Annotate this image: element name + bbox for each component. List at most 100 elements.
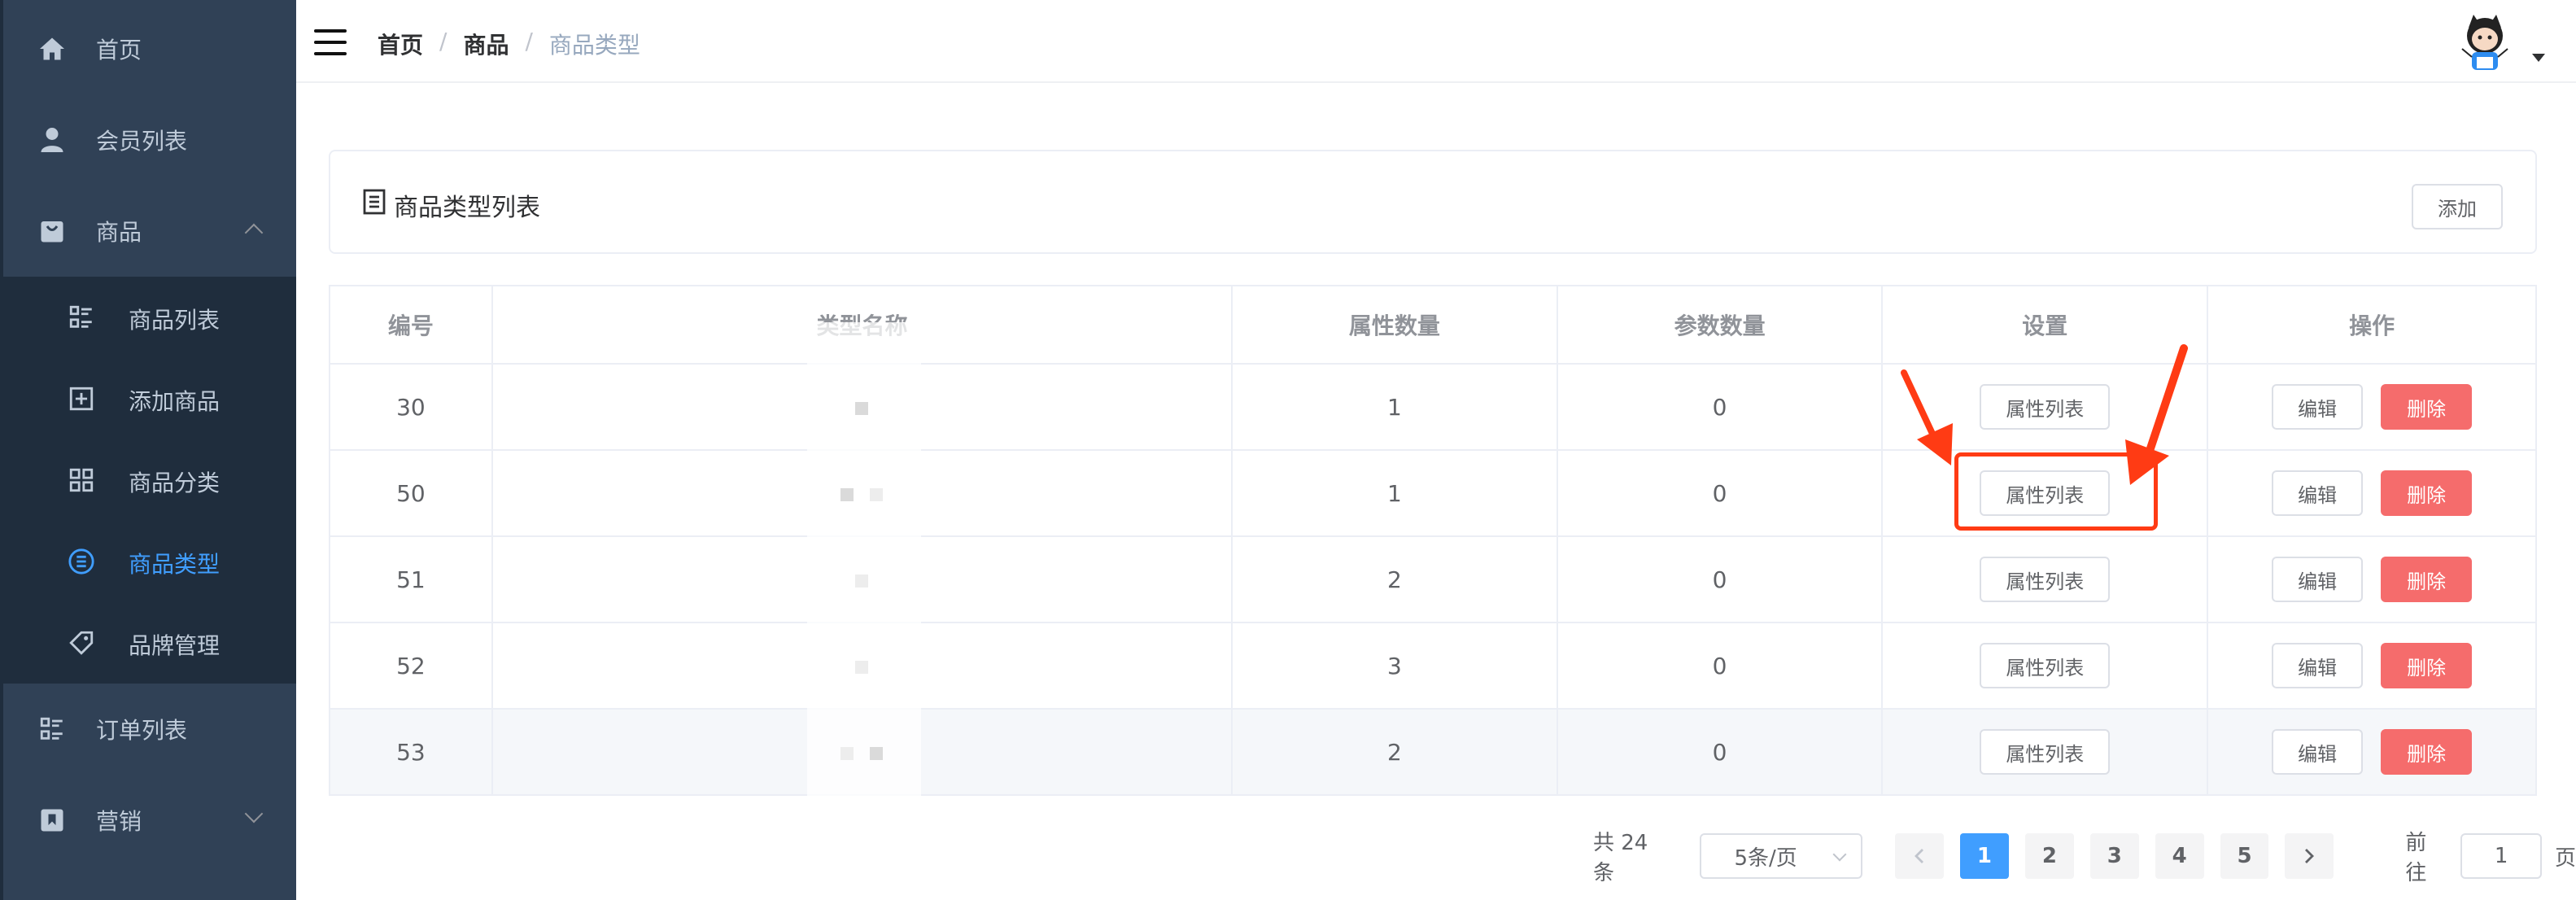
top-navbar: 首页 / 商品 / 商品类型 (296, 0, 2576, 83)
goods-submenu: 商品列表 添加商品 商品分类 商品类型 品牌管理 (0, 277, 296, 684)
submenu-item-goods-category[interactable]: 商品分类 (0, 439, 296, 521)
page-size-select[interactable]: 5条/页 (1700, 833, 1863, 879)
column-header-id: 编号 (329, 285, 493, 365)
cell-param-count: 0 (1556, 535, 1884, 623)
table-header-row: 编号 类型名称 属性数量 参数数量 设置 操作 (329, 285, 2537, 365)
edit-button[interactable]: 编辑 (2272, 470, 2364, 516)
goto-page-input[interactable]: 1 (2460, 833, 2542, 879)
page-button-3[interactable]: 3 (2089, 833, 2139, 879)
delete-button[interactable]: 删除 (2381, 643, 2473, 688)
plus-square-icon (65, 382, 98, 415)
avatar[interactable] (2451, 8, 2519, 76)
sidebar-item-orders[interactable]: 订单列表 (0, 684, 296, 775)
sidebar-item-members[interactable]: 会员列表 (0, 94, 296, 186)
cell-param-count: 0 (1556, 622, 1884, 710)
edit-button[interactable]: 编辑 (2272, 384, 2364, 430)
sidebar-item-label: 商品 (96, 219, 142, 246)
page-button-1[interactable]: 1 (1960, 833, 2009, 879)
prev-page-button[interactable] (1895, 833, 1945, 879)
sidebar-item-goods[interactable]: 商品 (0, 186, 296, 277)
sidebar-item-home[interactable]: 首页 (0, 3, 296, 94)
table-row: 30 1 0 属性列表 编辑 删除 (329, 363, 2537, 451)
user-icon (36, 124, 68, 156)
submenu-item-brand[interactable]: 品牌管理 (0, 602, 296, 684)
goto-suffix: 页 (2555, 845, 2576, 871)
type-list-card: 商品类型列表 添加 (329, 150, 2537, 254)
edit-button[interactable]: 编辑 (2272, 557, 2364, 602)
column-header-actions: 操作 (2207, 285, 2537, 365)
cell-id: 53 (329, 708, 493, 796)
highlight-box (1954, 452, 2158, 531)
cell-attr-count: 3 (1231, 622, 1558, 710)
breadcrumb-home[interactable]: 首页 (378, 28, 423, 60)
cell-id: 52 (329, 622, 493, 710)
sidebar-item-label: 会员列表 (96, 128, 188, 155)
submenu-item-goods-list[interactable]: 商品列表 (0, 277, 296, 358)
edit-button[interactable]: 编辑 (2272, 643, 2364, 688)
cell-id: 51 (329, 535, 493, 623)
attribute-list-button[interactable]: 属性列表 (1980, 557, 2111, 602)
page-button-5[interactable]: 5 (2220, 833, 2269, 879)
chevron-down-icon (244, 804, 264, 824)
home-icon (36, 33, 68, 65)
cell-param-count: 0 (1556, 708, 1884, 796)
cell-actions: 编辑 删除 (2207, 535, 2537, 623)
bookmark-icon (36, 804, 68, 837)
card-title-text: 商品类型列表 (394, 194, 540, 222)
page-jumper: 前往 1 页 (2405, 826, 2576, 886)
cell-id: 50 (329, 449, 493, 537)
table-row: 52 3 0 属性列表 编辑 删除 (329, 622, 2537, 710)
cell-settings: 属性列表 (1881, 363, 2209, 451)
chevron-up-icon (244, 223, 264, 242)
cell-attr-count: 1 (1231, 363, 1558, 451)
column-header-settings: 设置 (1881, 285, 2209, 365)
delete-button[interactable]: 删除 (2381, 729, 2473, 775)
submenu-item-goods-type[interactable]: 商品类型 (0, 521, 296, 602)
edit-button[interactable]: 编辑 (2272, 729, 2364, 775)
table-row: 50 1 0 属性列表 编辑 删除 (329, 449, 2537, 537)
hamburger-menu-icon[interactable] (314, 29, 347, 55)
chevron-down-icon (1832, 847, 1847, 862)
grid-icon (65, 464, 98, 496)
table-row: 51 2 0 属性列表 编辑 删除 (329, 535, 2537, 623)
add-button[interactable]: 添加 (2412, 184, 2503, 229)
column-header-param-count: 参数数量 (1556, 285, 1884, 365)
redaction-mask (807, 322, 921, 802)
next-page-button[interactable] (2285, 833, 2334, 879)
attribute-list-button[interactable]: 属性列表 (1980, 643, 2111, 688)
cell-param-count: 0 (1556, 363, 1884, 451)
page-button-4[interactable]: 4 (2155, 833, 2204, 879)
delete-button[interactable]: 删除 (2381, 557, 2473, 602)
list-icon (65, 301, 98, 334)
cell-actions: 编辑 删除 (2207, 622, 2537, 710)
shopping-bag-icon (36, 215, 68, 247)
breadcrumb-goods[interactable]: 商品 (463, 28, 509, 60)
cell-actions: 编辑 删除 (2207, 363, 2537, 451)
submenu-item-add-goods[interactable]: 添加商品 (0, 358, 296, 439)
sidebar: 首页 会员列表 商品 商品列表 添加商品 商品分类 商品类型 品牌管理 订单列表… (0, 0, 296, 900)
breadcrumb: 首页 / 商品 / 商品类型 (378, 28, 640, 60)
document-icon (363, 189, 386, 221)
delete-button[interactable]: 删除 (2381, 470, 2473, 516)
table-row: 53 2 0 属性列表 编辑 删除 (329, 708, 2537, 796)
attribute-list-button[interactable]: 属性列表 (1980, 384, 2111, 430)
cell-settings: 属性列表 (1881, 622, 2209, 710)
submenu-item-label: 品牌管理 (129, 632, 220, 659)
cell-attr-count: 1 (1231, 449, 1558, 537)
delete-button[interactable]: 删除 (2381, 384, 2473, 430)
column-header-attr-count: 属性数量 (1231, 285, 1558, 365)
submenu-item-label: 商品类型 (129, 551, 220, 578)
caret-down-icon[interactable] (2532, 54, 2545, 62)
submenu-item-label: 商品分类 (129, 470, 220, 496)
submenu-item-label: 添加商品 (129, 388, 220, 415)
list-circle-icon (65, 545, 98, 578)
pagination-total: 共 24 条 (1593, 831, 1648, 885)
page-button-2[interactable]: 2 (2024, 833, 2074, 879)
cell-actions: 编辑 删除 (2207, 449, 2537, 537)
pagination: 共 24 条 5条/页 1 2 3 4 5 前往 1 页 (1593, 830, 2576, 885)
goods-type-table: 编号 类型名称 属性数量 参数数量 设置 操作 30 1 0 属性列表 编辑删除… (329, 285, 2537, 796)
tag-icon (65, 627, 98, 659)
attribute-list-button[interactable]: 属性列表 (1980, 729, 2111, 775)
sidebar-item-marketing[interactable]: 营销 (0, 775, 296, 866)
cell-id: 30 (329, 363, 493, 451)
